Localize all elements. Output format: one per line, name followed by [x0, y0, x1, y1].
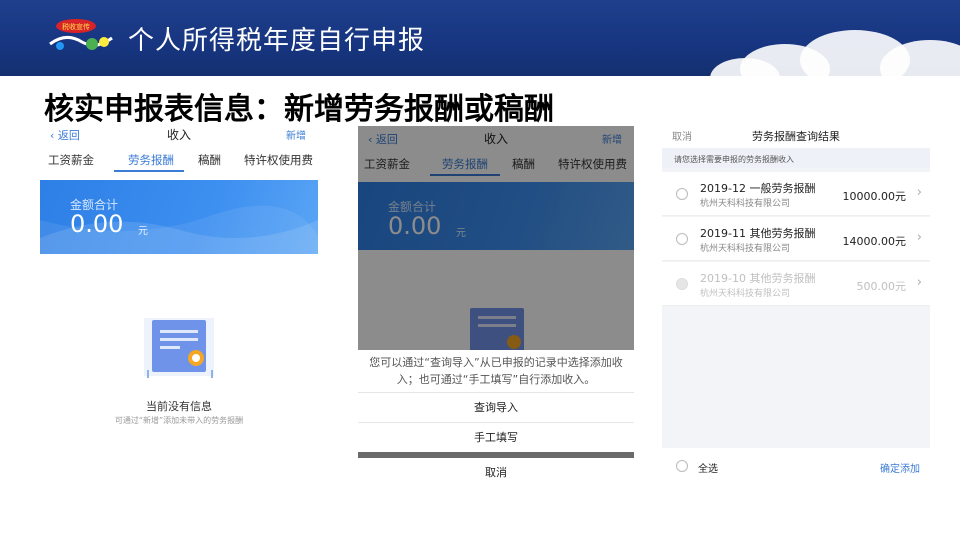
- nav-title: 劳务报酬查询结果: [752, 130, 840, 143]
- bottom-bar: 全选 确定添加: [662, 452, 930, 482]
- empty-document-icon: [144, 318, 214, 378]
- tab-salary[interactable]: 工资薪金: [48, 152, 94, 168]
- action-sheet: 您可以通过“查询导入”从已申报的记录中选择添加收入；也可通过“手工填写”自行添加…: [358, 350, 634, 482]
- row-name: 2019-11 其他劳务报酬: [700, 227, 816, 240]
- nav-title: 收入: [166, 128, 191, 142]
- confirm-add-button[interactable]: 确定添加: [880, 460, 920, 475]
- select-all-label[interactable]: 全选: [698, 460, 718, 475]
- results-list: 2019-12 一般劳务报酬 杭州天科科技有限公司 10000.00元 › 20…: [662, 168, 930, 448]
- tab-franchise[interactable]: 特许权使用费: [244, 152, 313, 168]
- tab-labor[interactable]: 劳务报酬: [128, 152, 174, 168]
- logo-text: 税收宣传: [62, 22, 90, 31]
- row-amount: 500.00元: [856, 280, 907, 293]
- phone-screen-add-options: ‹ 返回 收入 新增 工资薪金 劳务报酬 稿酬 特许权使用费 金额合计 0.00…: [358, 126, 634, 482]
- total-amount: 0.00: [70, 210, 124, 238]
- selection-hint: 请您选择需要申报的劳务报酬收入: [662, 148, 930, 168]
- row-company: 杭州天科科技有限公司: [700, 244, 791, 254]
- row-name: 2019-10 其他劳务报酬: [700, 272, 816, 285]
- row-radio[interactable]: [676, 233, 688, 245]
- list-item: 2019-10 其他劳务报酬 杭州天科科技有限公司 500.00元 ›: [662, 262, 930, 306]
- query-import-option[interactable]: 查询导入: [358, 392, 634, 422]
- phone-screen-income: ‹ 返回 收入 新增 工资薪金 劳务报酬 稿酬 特许权使用费 金额合计 0.00…: [40, 122, 318, 440]
- row-company: 杭州天科科技有限公司: [700, 199, 791, 209]
- sheet-message: 您可以通过“查询导入”从已申报的记录中选择添加收入；也可通过“手工填写”自行添加…: [369, 356, 623, 386]
- chevron-right-icon: ›: [916, 230, 922, 245]
- list-item[interactable]: 2019-11 其他劳务报酬 杭州天科科技有限公司 14000.00元 ›: [662, 217, 930, 261]
- row-amount: 10000.00元: [842, 190, 907, 203]
- nav-bar: ‹ 返回 收入 新增: [40, 122, 318, 146]
- tax-logo: 税收宣传: [49, 19, 113, 50]
- select-all-radio[interactable]: [676, 460, 688, 472]
- row-name: 2019-12 一般劳务报酬: [700, 182, 816, 195]
- chevron-right-icon: ›: [916, 275, 922, 290]
- add-button[interactable]: 新增: [286, 127, 306, 142]
- chevron-right-icon: ›: [916, 185, 922, 200]
- empty-hint: 可通过“新增”添加未带入的劳务报酬: [114, 416, 244, 425]
- list-item[interactable]: 2019-12 一般劳务报酬 杭州天科科技有限公司 10000.00元 ›: [662, 172, 930, 216]
- tab-royalty-manuscript[interactable]: 稿酬: [198, 152, 221, 168]
- row-amount: 14000.00元: [842, 235, 907, 248]
- row-radio: [676, 278, 688, 290]
- total-unit: 元: [138, 226, 148, 237]
- cancel-option[interactable]: 取消: [358, 458, 634, 482]
- active-tab-indicator: [114, 170, 184, 172]
- title-banner: 税收宣传 个人所得税年度自行申报: [0, 0, 960, 76]
- empty-title: 当前没有信息: [146, 400, 212, 413]
- nav-bar: 取消 劳务报酬查询结果: [662, 122, 930, 146]
- row-radio[interactable]: [676, 188, 688, 200]
- total-card: 金额合计 0.00 元: [40, 180, 318, 254]
- phone-screen-query-results: 取消 劳务报酬查询结果 请您选择需要申报的劳务报酬收入 2019-12 一般劳务…: [662, 122, 930, 482]
- manual-entry-option[interactable]: 手工填写: [358, 422, 634, 452]
- tab-bar: 工资薪金 劳务报酬 稿酬 特许权使用费: [40, 148, 318, 176]
- slide-title: 个人所得税年度自行申报: [128, 26, 426, 56]
- row-company: 杭州天科科技有限公司: [700, 289, 791, 299]
